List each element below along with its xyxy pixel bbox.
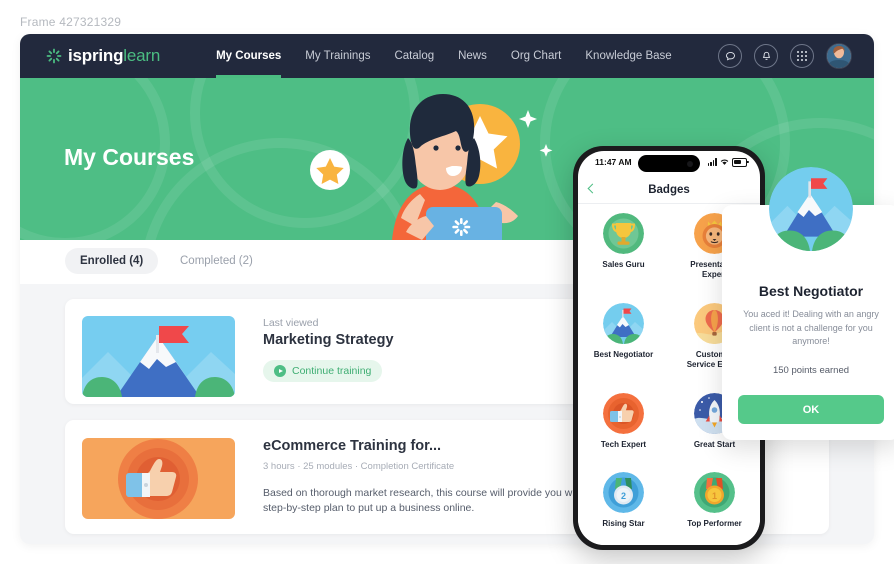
wifi-icon — [720, 158, 729, 166]
apps-grid-icon[interactable] — [790, 44, 814, 68]
course-thumbnail-thumbsup — [82, 438, 235, 519]
nav-right-icons — [718, 43, 852, 69]
header-divider — [578, 203, 760, 204]
nav-item-news[interactable]: News — [458, 34, 487, 78]
svg-text:1: 1 — [712, 491, 717, 501]
hero-illustration — [310, 94, 553, 240]
medal-1-badge-icon: 1 — [694, 472, 735, 514]
signal-bars-icon — [707, 158, 717, 167]
bell-icon[interactable] — [754, 44, 778, 68]
dynamic-island — [638, 155, 700, 172]
ispring-logo[interactable]: ispringlearn — [46, 46, 160, 66]
battery-icon — [732, 158, 749, 167]
logo-brand-text: ispring — [68, 46, 124, 65]
popup-points-earned: 150 points earned — [772, 364, 850, 376]
popup-title: Best Negotiator — [758, 283, 864, 299]
continue-training-label: Continue training — [292, 365, 372, 377]
nav-item-org-chart[interactable]: Org Chart — [511, 34, 562, 78]
phone-status-bar: 11:47 AM — [578, 151, 760, 177]
badge-item[interactable]: 1 Top Performer — [669, 472, 760, 545]
badge-item[interactable]: 2 Rising Star — [578, 472, 669, 545]
badge-label: Rising Star — [602, 519, 645, 529]
chat-bubble-icon[interactable] — [718, 44, 742, 68]
phone-screen-title: Badges — [648, 184, 690, 196]
user-avatar[interactable] — [826, 43, 852, 69]
play-icon — [274, 365, 286, 377]
status-indicators — [707, 158, 749, 167]
nav-item-my-courses[interactable]: My Courses — [216, 34, 282, 78]
status-time: 11:47 AM — [595, 157, 632, 167]
badge-item[interactable]: Best Negotiator — [578, 302, 669, 386]
logo-product-text: learn — [123, 46, 161, 65]
popup-mountain-badge-icon — [769, 167, 853, 251]
nav-item-catalog[interactable]: Catalog — [394, 34, 434, 78]
thumbs-up-badge-icon — [603, 392, 644, 434]
continue-training-button[interactable]: Continue training — [263, 360, 383, 382]
phone-header: Badges — [578, 177, 760, 203]
frame-caption: Frame 427321329 — [20, 15, 122, 29]
nav-item-knowledge-base[interactable]: Knowledge Base — [585, 34, 671, 78]
back-chevron-icon[interactable] — [587, 183, 598, 194]
course-description: Based on thorough market research, this … — [263, 487, 593, 515]
popup-description: You aced it! Dealing with an angry clien… — [743, 309, 879, 346]
top-navigation-bar: ispringlearn My Courses My Trainings Cat… — [20, 34, 874, 78]
badge-earned-popup: Best Negotiator You aced it! Dealing wit… — [722, 167, 894, 440]
svg-text:2: 2 — [621, 491, 626, 501]
medal-2-badge-icon: 2 — [603, 472, 644, 514]
badge-label: Sales Guru — [602, 260, 645, 269]
badge-label: Best Negotiator — [593, 349, 654, 359]
screenshot-stage: Frame 427321329 ispringlearn My Courses … — [0, 0, 894, 564]
tab-completed[interactable]: Completed (2) — [165, 248, 268, 274]
ispring-logo-icon — [46, 48, 62, 64]
course-thumbnail-mountain — [82, 316, 235, 397]
hero-title: My Courses — [64, 144, 195, 170]
badge-item[interactable]: Tech Expert — [578, 392, 669, 466]
tab-enrolled[interactable]: Enrolled (4) — [65, 248, 159, 274]
trophy-badge-icon — [603, 213, 644, 254]
nav-item-my-trainings[interactable]: My Trainings — [305, 34, 370, 78]
badge-label: Top Performer — [687, 519, 742, 529]
ok-button[interactable]: OK — [738, 395, 884, 424]
mountain-badge-icon — [603, 302, 644, 344]
badge-item[interactable]: Sales Guru — [578, 213, 669, 296]
badge-label: Great Start — [693, 439, 736, 449]
nav-items: My Courses My Trainings Catalog News Org… — [216, 34, 672, 78]
badge-label: Tech Expert — [600, 439, 647, 449]
